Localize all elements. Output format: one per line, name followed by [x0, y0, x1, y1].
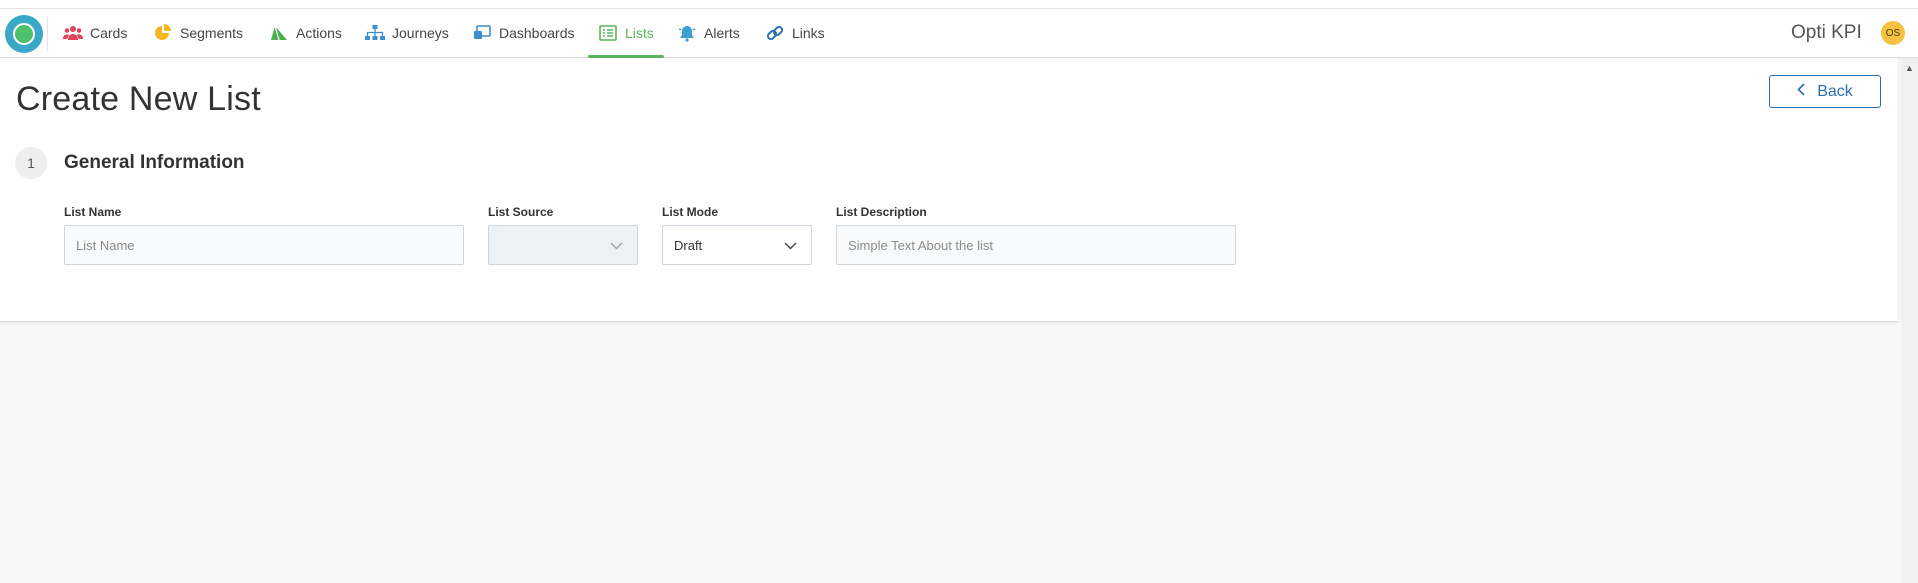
list-source-select[interactable]	[488, 225, 638, 265]
app-logo[interactable]	[5, 15, 43, 53]
users-icon	[63, 23, 83, 43]
chevron-down-icon	[610, 238, 623, 253]
list-description-field[interactable]: Simple Text About the list	[836, 225, 1236, 265]
list-mode-select[interactable]: Draft	[662, 225, 812, 265]
nav-label-journeys: Journeys	[392, 25, 449, 41]
list-mode-value: Draft	[674, 237, 703, 253]
nav-label-actions: Actions	[296, 25, 342, 41]
section-title: General Information	[64, 152, 245, 173]
browser-top-strip	[0, 0, 1918, 9]
top-navbar: Cards Segments Actions Journeys Dashboar…	[0, 9, 1918, 58]
link-icon	[765, 23, 785, 43]
avatar[interactable]: OS	[1881, 21, 1905, 45]
sitemap-icon	[365, 23, 385, 43]
list-name-placeholder: List Name	[76, 237, 135, 253]
list-description-placeholder: Simple Text About the list	[848, 237, 994, 253]
vertical-scrollbar[interactable]: ▲	[1901, 58, 1918, 583]
nav-label-alerts: Alerts	[704, 25, 740, 41]
list-name-field[interactable]: List Name	[64, 225, 464, 265]
list-source-label: List Source	[488, 205, 554, 219]
bell-icon	[677, 23, 697, 43]
pie-chart-icon	[153, 23, 173, 43]
dashboard-icon	[472, 23, 492, 43]
step-number: 1	[15, 147, 47, 179]
nav-label-links: Links	[792, 25, 825, 41]
create-list-card: Create New List Back 1 General Informati…	[0, 58, 1898, 322]
scroll-up-arrow-icon[interactable]: ▲	[1901, 62, 1918, 74]
nav-label-cards: Cards	[90, 25, 128, 41]
chevron-down-icon	[784, 238, 797, 253]
chevron-left-icon	[1797, 82, 1805, 101]
nav-item-alerts[interactable]: Alerts	[677, 9, 740, 57]
nav-item-journeys[interactable]: Journeys	[365, 9, 449, 57]
nav-label-lists: Lists	[625, 25, 654, 41]
nav-item-dashboards[interactable]: Dashboards	[472, 9, 575, 57]
list-mode-label: List Mode	[662, 205, 718, 219]
nav-item-lists[interactable]: Lists	[588, 9, 664, 58]
back-button-label: Back	[1817, 82, 1853, 100]
list-name-label: List Name	[64, 205, 122, 219]
nav-item-cards[interactable]: Cards	[63, 9, 127, 57]
nav-item-segments[interactable]: Segments	[153, 9, 243, 57]
nav-label-segments: Segments	[180, 25, 244, 41]
back-button[interactable]: Back	[1769, 75, 1881, 108]
nav-label-dashboards: Dashboards	[499, 25, 575, 41]
nav-item-links[interactable]: Links	[765, 9, 825, 57]
brand-name: Opti KPI	[1791, 22, 1862, 43]
send-icon	[269, 23, 289, 43]
list-icon	[598, 23, 618, 43]
logo-divider	[47, 17, 48, 51]
nav-item-actions[interactable]: Actions	[269, 9, 342, 57]
list-description-label: List Description	[836, 205, 927, 219]
page-title: Create New List	[16, 80, 261, 118]
